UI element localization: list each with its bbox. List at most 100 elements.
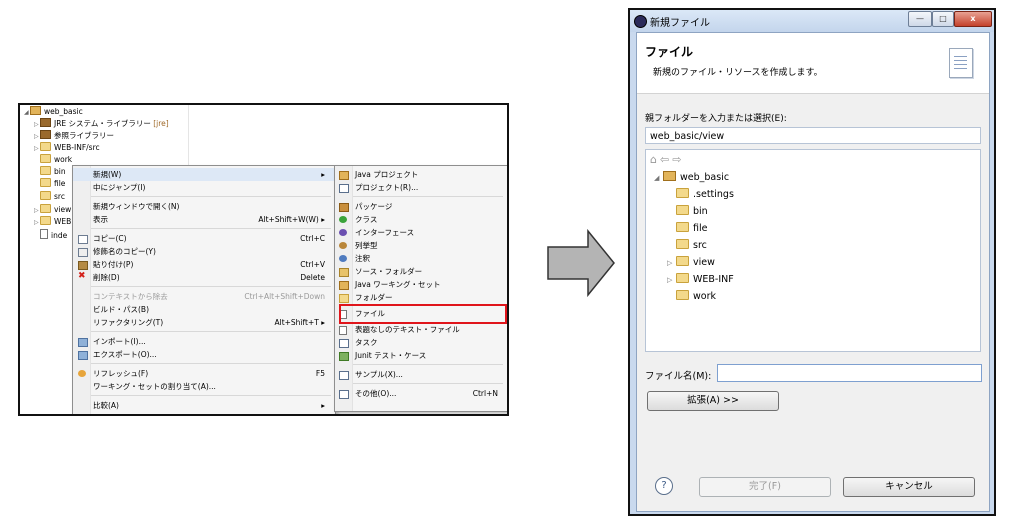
folder-icon: [40, 204, 51, 213]
menu-item-paste[interactable]: 貼り付け(P) Ctrl+V: [73, 258, 335, 271]
menu-item-new[interactable]: 新規(W) ▸: [73, 168, 335, 181]
folder-icon: [339, 294, 349, 303]
menu-item-delete[interactable]: ✖ 削除(D) Delete: [73, 271, 335, 284]
junit-icon: [339, 352, 349, 361]
menu-item-open-new-window[interactable]: 新規ウィンドウで開く(N): [73, 200, 335, 213]
dialog-client: ファイル 新規のファイル・リソースを作成します。 親フォルダーを入力または選択(…: [636, 32, 990, 512]
tree-item-file[interactable]: file: [676, 221, 707, 237]
submenu-item-project[interactable]: プロジェクト(R)...: [335, 181, 507, 194]
menu-item-build-path[interactable]: ビルド・パス(B): [73, 303, 335, 316]
sample-icon: [339, 371, 349, 380]
menu-separator: [91, 196, 331, 197]
folder-icon: [40, 191, 51, 200]
folder-icon: [676, 273, 689, 283]
dialog-titlebar[interactable]: 新規ファイル — □ x: [630, 10, 994, 32]
tree-item-settings[interactable]: .settings: [676, 187, 734, 203]
folder-icon: [40, 154, 51, 163]
menu-item-assign-working-set[interactable]: ワーキング・セットの割り当て(A)...: [73, 380, 335, 393]
class-icon: [339, 216, 347, 223]
parent-folder-input[interactable]: web_basic/view: [645, 127, 981, 144]
tree-item-jre[interactable]: ▷ JRE システム・ライブラリー [jre]: [34, 118, 169, 130]
tree-item-src[interactable]: src: [40, 191, 65, 203]
tree-item-bin[interactable]: bin: [676, 204, 708, 220]
library-icon: [40, 118, 51, 127]
close-button[interactable]: x: [954, 11, 992, 27]
submenu-item-class[interactable]: クラス: [335, 213, 507, 226]
submenu-item-other[interactable]: その他(O)... Ctrl+N: [335, 387, 507, 400]
menu-item-import[interactable]: インポート(I)...: [73, 335, 335, 348]
tree-item-work[interactable]: work: [40, 154, 72, 166]
folder-tree[interactable]: ⌂⇦⇨ ◢ web_basic .settings bin file src ▷ v…: [645, 149, 981, 352]
tree-item-web-basic[interactable]: ◢ web_basic: [24, 106, 83, 118]
finish-button[interactable]: 完了(F): [699, 477, 831, 497]
tree-item-file[interactable]: file: [40, 178, 65, 190]
submenu-item-task[interactable]: タスク: [335, 336, 507, 349]
menu-item-go-into[interactable]: 中にジャンプ(I): [73, 181, 335, 194]
submenu-item-annotation[interactable]: 注釈: [335, 252, 507, 265]
menu-item-show[interactable]: 表示 Alt+Shift+W(W) ▸: [73, 213, 335, 226]
enum-icon: [339, 242, 347, 249]
project-wizard-icon: [339, 184, 349, 193]
collapse-arrow-icon[interactable]: ▷: [667, 272, 676, 288]
dialog-title: 新規ファイル: [650, 18, 710, 29]
submenu-item-enum[interactable]: 列挙型: [335, 239, 507, 252]
paste-icon: [78, 261, 88, 270]
menu-item-export[interactable]: エクスポート(O)...: [73, 348, 335, 361]
folder-icon: [676, 205, 689, 215]
tree-item-web-inf-src[interactable]: ▷ WEB-INF/src: [34, 142, 100, 154]
menu-item-copy[interactable]: コピー(C) Ctrl+C: [73, 232, 335, 245]
import-icon: [78, 338, 88, 347]
submenu-item-package[interactable]: パッケージ: [335, 200, 507, 213]
tree-item-web-basic[interactable]: ◢ web_basic: [654, 170, 729, 186]
tree-item-bin[interactable]: bin: [40, 166, 66, 178]
eclipse-explorer-screenshot: ◢ web_basic ▷ JRE システム・ライブラリー [jre] ▷ 参照ライブ…: [18, 103, 509, 416]
tree-item-src[interactable]: src: [676, 238, 707, 254]
submenu-item-sample[interactable]: サンプル(X)...: [335, 368, 507, 381]
submenu-item-java-project[interactable]: Java プロジェクト: [335, 168, 507, 181]
tree-item-web-inf[interactable]: ▷ WEB-INF: [667, 272, 734, 288]
submenu-item-interface[interactable]: インターフェース: [335, 226, 507, 239]
submenu-item-java-working-set[interactable]: Java ワーキング・セット: [335, 278, 507, 291]
menu-item-refresh[interactable]: リフレッシュ(F) F5: [73, 367, 335, 380]
tree-item-index[interactable]: inde: [40, 229, 67, 241]
submenu-item-source-folder[interactable]: ソース・フォルダー: [335, 265, 507, 278]
tree-nav-toolbar[interactable]: ⌂⇦⇨: [650, 153, 684, 166]
folder-icon: [40, 178, 51, 187]
tree-item-web[interactable]: ▷ WEB: [34, 216, 71, 228]
file-icon: [40, 229, 48, 239]
folder-icon: [40, 216, 51, 225]
tree-item-ref-lib[interactable]: ▷ 参照ライブラリー: [34, 130, 114, 142]
refresh-icon: [78, 370, 86, 377]
copy-qualified-icon: [78, 248, 88, 257]
tree-item-view[interactable]: ▷ view: [667, 255, 715, 271]
file-name-input[interactable]: [717, 364, 982, 382]
submenu-item-untitled-text-file[interactable]: 表題なしのテキスト・ファイル: [335, 323, 507, 336]
menu-item-compare[interactable]: 比較(A) ▸: [73, 399, 335, 412]
tree-item-view[interactable]: ▷ view: [34, 204, 71, 216]
maximize-button[interactable]: □: [932, 11, 954, 27]
advanced-button[interactable]: 拡張(A) >>: [647, 391, 779, 411]
submenu-item-folder[interactable]: フォルダー: [335, 291, 507, 304]
menu-item-copy-qualified[interactable]: 修飾名のコピー(Y): [73, 245, 335, 258]
expand-arrow-icon[interactable]: ◢: [654, 170, 663, 186]
tree-item-work[interactable]: work: [676, 289, 716, 305]
delete-icon: ✖: [78, 271, 86, 281]
menu-separator: [91, 395, 331, 396]
copy-icon: [78, 235, 88, 244]
annotation-icon: [339, 255, 347, 262]
folder-icon: [676, 222, 689, 232]
new-file-wizard-icon: [949, 48, 973, 78]
menu-item-refactor[interactable]: リファクタリング(T) Alt+Shift+T ▸: [73, 316, 335, 329]
minimize-button[interactable]: —: [908, 11, 932, 27]
source-folder-icon: [40, 142, 51, 151]
cancel-button[interactable]: キャンセル: [843, 477, 975, 497]
eclipse-icon: [634, 15, 647, 28]
new-submenu: Java プロジェクト プロジェクト(R)... パッケージ クラス インターフ…: [334, 165, 507, 412]
menu-separator: [353, 383, 503, 384]
collapse-arrow-icon[interactable]: ▷: [667, 255, 676, 271]
folder-icon: [676, 256, 689, 266]
menu-item-remove-context[interactable]: コンテキストから除去 Ctrl+Alt+Shift+Down: [73, 290, 335, 303]
submenu-item-junit[interactable]: Junit テスト・ケース: [335, 349, 507, 362]
folder-icon: [676, 188, 689, 198]
help-icon[interactable]: ?: [655, 477, 673, 495]
